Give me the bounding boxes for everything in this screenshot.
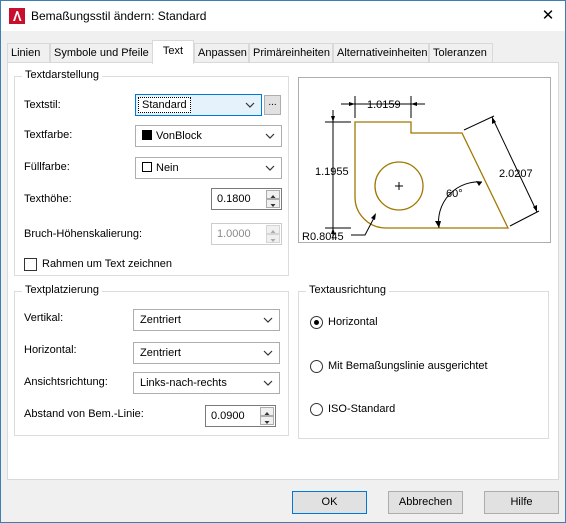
preview-pane: 1.0159 1.1955 2.0207 60° R0.8045 bbox=[298, 77, 551, 243]
tab-symbole-und-pfeile[interactable]: Symbole und Pfeile bbox=[50, 43, 156, 63]
dialog-window: Bemaßungsstil ändern: Standard ✕ Linien … bbox=[0, 0, 566, 523]
horizontal-dropdown[interactable]: Zentriert bbox=[133, 342, 280, 364]
preview-dim-left: 1.1955 bbox=[315, 166, 349, 178]
textfarbe-value: VonBlock bbox=[142, 130, 202, 142]
chevron-down-icon bbox=[245, 102, 255, 108]
group-title-textausrichtung: Textausrichtung bbox=[306, 284, 390, 296]
close-button[interactable]: ✕ bbox=[531, 1, 565, 31]
radio-selected-dot bbox=[314, 320, 319, 325]
chevron-down-icon bbox=[263, 317, 273, 323]
spin-up-button[interactable] bbox=[266, 190, 280, 199]
label-fuellfarbe: Füllfarbe: bbox=[24, 161, 70, 173]
autocad-logo-icon bbox=[9, 8, 25, 24]
label-textstil: Textstil: bbox=[24, 99, 61, 111]
vertikal-dropdown[interactable]: Zentriert bbox=[133, 309, 280, 331]
help-button[interactable]: Hilfe bbox=[484, 491, 559, 514]
textfarbe-dropdown[interactable]: VonBlock bbox=[135, 125, 282, 147]
label-vertikal: Vertikal: bbox=[24, 312, 64, 324]
vertikal-value: Zentriert bbox=[140, 314, 181, 326]
textfarbe-text: VonBlock bbox=[156, 130, 202, 142]
caret-down-icon bbox=[270, 239, 276, 242]
preview-dim-angle: 60° bbox=[446, 188, 463, 200]
group-title-textdarstellung: Textdarstellung bbox=[22, 69, 102, 81]
tab-text[interactable]: Text bbox=[152, 40, 194, 64]
tab-primaereinheiten[interactable]: Primäreinheiten bbox=[249, 43, 333, 63]
fuellfarbe-text: Nein bbox=[156, 162, 179, 174]
spin-up-button[interactable] bbox=[260, 407, 274, 416]
label-radio-iso-standard: ISO-Standard bbox=[328, 403, 396, 415]
tab-alternativeinheiten[interactable]: Alternativeinheiten bbox=[333, 43, 429, 63]
dimension-preview-drawing: 1.0159 1.1955 2.0207 60° R0.8045 bbox=[302, 96, 540, 243]
label-horizontal: Horizontal: bbox=[24, 344, 77, 356]
spin-down-button[interactable] bbox=[266, 199, 280, 208]
chevron-down-icon bbox=[265, 133, 275, 139]
ansichtsrichtung-dropdown[interactable]: Links-nach-rechts bbox=[133, 372, 280, 394]
horizontal-value: Zentriert bbox=[140, 347, 181, 359]
abstand-value: 0.0900 bbox=[211, 410, 245, 422]
label-textfarbe: Textfarbe: bbox=[24, 129, 73, 141]
spin-down-button[interactable] bbox=[266, 234, 280, 243]
caret-down-icon bbox=[270, 204, 276, 207]
label-bruch-hoehenskalierung: Bruch-Höhenskalierung: bbox=[24, 228, 143, 240]
texthoehe-spinner[interactable]: 0.1800 bbox=[211, 188, 282, 210]
textstil-dropdown[interactable]: Standard bbox=[135, 94, 262, 116]
cancel-button[interactable]: Abbrechen bbox=[388, 491, 463, 514]
chevron-down-icon bbox=[263, 350, 273, 356]
radio-horizontal[interactable] bbox=[310, 316, 323, 329]
color-swatch bbox=[142, 162, 152, 172]
texthoehe-value: 0.1800 bbox=[217, 193, 251, 205]
tab-anpassen[interactable]: Anpassen bbox=[194, 43, 249, 63]
label-rahmen: Rahmen um Text zeichnen bbox=[42, 258, 173, 270]
close-icon: ✕ bbox=[541, 7, 555, 24]
bruch-value: 1.0000 bbox=[217, 228, 251, 240]
tab-linien[interactable]: Linien bbox=[7, 43, 50, 63]
chevron-down-icon bbox=[263, 380, 273, 386]
radio-iso-standard[interactable] bbox=[310, 403, 323, 416]
chevron-down-icon bbox=[265, 165, 275, 171]
spinner-arrows bbox=[266, 190, 280, 208]
label-abstand: Abstand von Bem.-Linie: bbox=[24, 408, 144, 420]
label-ansichtsrichtung: Ansichtsrichtung: bbox=[24, 376, 108, 388]
preview-dim-top: 1.0159 bbox=[367, 99, 401, 111]
group-textdarstellung: Textdarstellung Textstil: Standard ... T… bbox=[14, 69, 289, 276]
text-tab-panel: Textdarstellung Textstil: Standard ... T… bbox=[7, 62, 559, 480]
color-swatch bbox=[142, 130, 152, 140]
textstil-browse-button[interactable]: ... bbox=[264, 95, 281, 115]
label-radio-mit-bemassungslinie: Mit Bemaßungslinie ausgerichtet bbox=[328, 360, 488, 372]
group-title-textplatzierung: Textplatzierung bbox=[22, 284, 102, 296]
ok-button[interactable]: OK bbox=[292, 491, 367, 514]
label-radio-horizontal: Horizontal bbox=[328, 316, 378, 328]
fuellfarbe-dropdown[interactable]: Nein bbox=[135, 157, 282, 179]
caret-down-icon bbox=[264, 421, 270, 424]
window-title: Bemaßungsstil ändern: Standard bbox=[31, 9, 207, 23]
group-textplatzierung: Textplatzierung Vertikal: Zentriert Hori… bbox=[14, 284, 289, 436]
ansichtsrichtung-value: Links-nach-rechts bbox=[140, 377, 227, 389]
tab-toleranzen[interactable]: Toleranzen bbox=[429, 43, 493, 63]
label-texthoehe: Texthöhe: bbox=[24, 193, 72, 205]
spinner-arrows bbox=[260, 407, 274, 425]
title-bar[interactable]: Bemaßungsstil ändern: Standard ✕ bbox=[1, 1, 565, 31]
textstil-value: Standard bbox=[138, 97, 191, 113]
spin-up-button[interactable] bbox=[266, 225, 280, 234]
spinner-arrows bbox=[266, 225, 280, 243]
preview-dim-radius: R0.8045 bbox=[302, 231, 344, 242]
fuellfarbe-value: Nein bbox=[142, 162, 179, 174]
abstand-spinner[interactable]: 0.0900 bbox=[205, 405, 276, 427]
rahmen-checkbox[interactable] bbox=[24, 258, 37, 271]
bruch-hoehenskalierung-spinner[interactable]: 1.0000 bbox=[211, 223, 282, 245]
spin-down-button[interactable] bbox=[260, 416, 274, 425]
preview-dim-right: 2.0207 bbox=[499, 168, 533, 180]
radio-mit-bemassungslinie[interactable] bbox=[310, 360, 323, 373]
group-textausrichtung: Textausrichtung Horizontal Mit Bemaßungs… bbox=[298, 284, 549, 439]
